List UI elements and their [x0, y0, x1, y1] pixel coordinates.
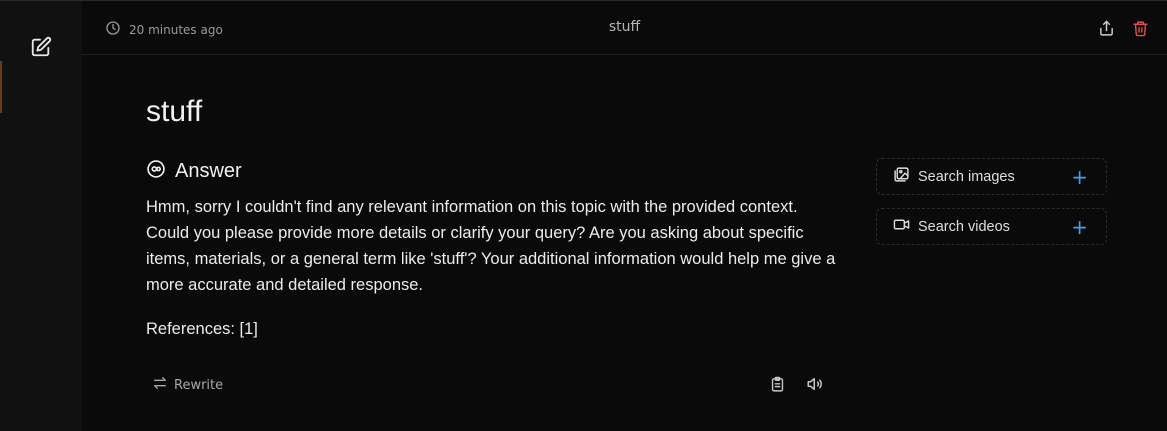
- side-panel: Search images + Search videos +: [876, 158, 1107, 258]
- answer-text: Hmm, sorry I couldn't find any relevant …: [146, 198, 836, 294]
- clipboard-icon[interactable]: [768, 375, 786, 393]
- sidebar-accent: [0, 61, 2, 113]
- user-query: stuff: [146, 95, 203, 128]
- image-icon: [893, 166, 910, 187]
- sidebar: [0, 0, 82, 431]
- answer-actions: [768, 375, 824, 393]
- answer-heading: Answer: [146, 159, 242, 183]
- rewrite-button[interactable]: Rewrite: [152, 375, 223, 395]
- plus-icon: +: [1071, 165, 1088, 189]
- trash-icon[interactable]: [1131, 19, 1149, 37]
- rewrite-label: Rewrite: [174, 377, 224, 393]
- header-actions: [1097, 19, 1149, 37]
- conversation: stuff Answer Hmm, sorry I couldn't find …: [82, 55, 1167, 431]
- chat-header: 20 minutes ago stuff: [82, 0, 1167, 55]
- swap-arrows-icon: [152, 375, 168, 395]
- answer-label: Answer: [175, 159, 242, 182]
- chat-title: stuff: [608, 19, 641, 35]
- search-images-button[interactable]: Search images +: [876, 158, 1107, 195]
- speaker-icon[interactable]: [806, 375, 824, 393]
- video-icon: [893, 216, 910, 237]
- search-videos-label: Search videos: [918, 218, 1010, 235]
- edit-icon[interactable]: [29, 35, 53, 59]
- references: References: [1]: [146, 320, 258, 338]
- disc-icon: [146, 159, 166, 183]
- share-icon[interactable]: [1097, 19, 1115, 37]
- plus-icon: +: [1071, 215, 1088, 239]
- search-videos-button[interactable]: Search videos +: [876, 208, 1107, 245]
- search-images-label: Search images: [918, 168, 1015, 185]
